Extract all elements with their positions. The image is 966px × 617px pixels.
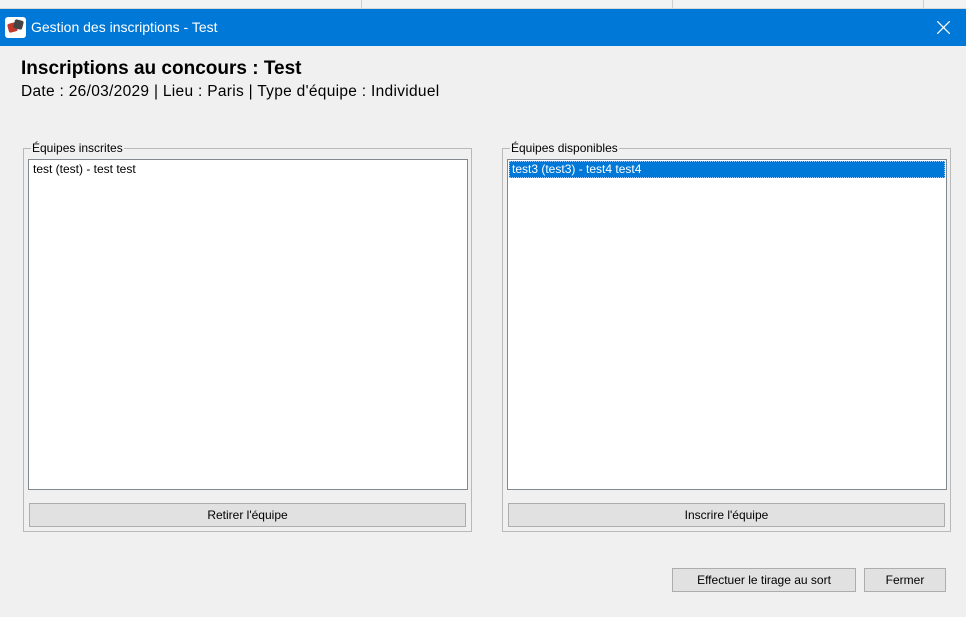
background-window-strip — [0, 0, 966, 9]
draw-lots-button[interactable]: Effectuer le tirage au sort — [672, 568, 856, 592]
close-icon[interactable] — [920, 9, 966, 46]
window-title: Gestion des inscriptions - Test — [31, 19, 218, 35]
background-segment — [0, 0, 362, 8]
close-button[interactable]: Fermer — [864, 568, 946, 592]
remove-team-button[interactable]: Retirer l'équipe — [29, 503, 466, 527]
registered-teams-list[interactable]: test (test) - test test — [28, 159, 468, 490]
background-segment — [362, 0, 673, 8]
page-title: Inscriptions au concours : Test — [21, 58, 302, 79]
registered-teams-legend: Équipes inscrites — [31, 141, 124, 155]
register-team-button[interactable]: Inscrire l'équipe — [508, 503, 945, 527]
available-teams-legend: Équipes disponibles — [510, 141, 619, 155]
app-icon — [5, 17, 26, 38]
background-segment — [673, 0, 924, 8]
list-item[interactable]: test (test) - test test — [30, 161, 466, 178]
available-teams-list[interactable]: test3 (test3) - test4 test4 — [507, 159, 947, 490]
title-bar[interactable]: Gestion des inscriptions - Test — [0, 9, 966, 46]
competition-details: Date : 26/03/2029 | Lieu : Paris | Type … — [21, 83, 440, 100]
list-item[interactable]: test3 (test3) - test4 test4 — [509, 161, 945, 178]
